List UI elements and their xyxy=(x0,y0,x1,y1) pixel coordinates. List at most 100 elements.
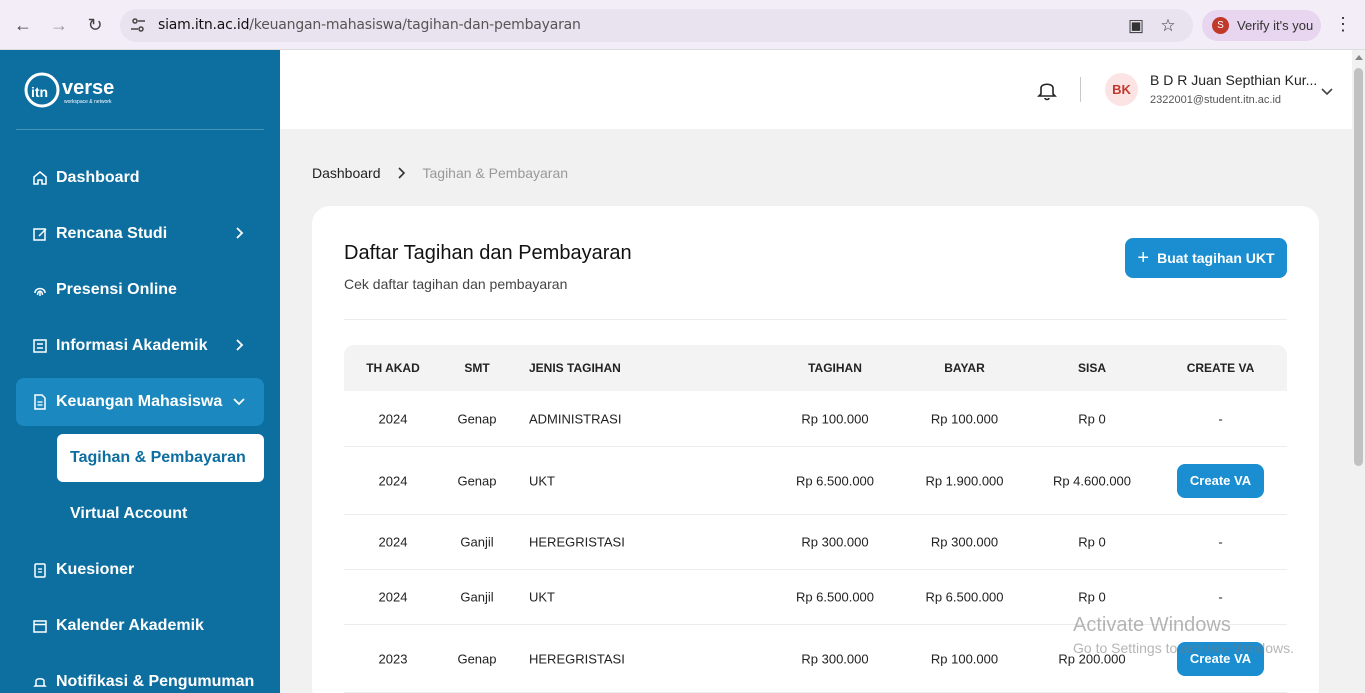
breadcrumb-home[interactable]: Dashboard xyxy=(312,165,381,181)
sidebar-item-label: Dashboard xyxy=(56,169,140,186)
verify-profile-button[interactable]: S Verify it's you xyxy=(1202,10,1321,41)
header-divider xyxy=(1080,77,1081,102)
table-header: TH AKAD SMT JENIS TAGIHAN TAGIHAN BAYAR … xyxy=(344,345,1287,391)
sidebar-item-dashboard[interactable]: Dashboard xyxy=(16,154,264,202)
page-title: Daftar Tagihan dan Pembayaran xyxy=(344,242,632,264)
sidebar-item-rencana-studi[interactable]: Rencana Studi xyxy=(16,210,264,258)
chevron-down-icon[interactable] xyxy=(1320,84,1334,98)
sidebar-item-kalender-akademik[interactable]: Kalender Akademik xyxy=(16,602,264,650)
url-host: siam.itn.ac.id xyxy=(158,17,250,33)
back-icon[interactable]: ← xyxy=(12,14,34,36)
chevron-down-icon xyxy=(233,398,245,406)
cell-sisa: Rp 0 xyxy=(1078,589,1106,605)
sidebar-item-label: Kuesioner xyxy=(56,561,135,578)
top-header: BK B D R Juan Septhian Kur... 2322001@st… xyxy=(280,50,1352,129)
cell-create-va-empty: - xyxy=(1218,534,1223,550)
activate-windows-subtitle: Go to Settings to activate Windows. xyxy=(1073,640,1294,656)
add-ukt-bill-label: Buat tagihan UKT xyxy=(1157,250,1275,266)
sidebar: itn verse workspace & network Dashboard … xyxy=(0,50,280,693)
chevron-right-icon xyxy=(397,167,405,179)
page-subtitle: Cek daftar tagihan dan pembayaran xyxy=(344,276,568,292)
activate-windows-title: Activate Windows xyxy=(1073,614,1231,636)
cell-tagihan: Rp 100.000 xyxy=(801,411,869,426)
cell-sisa: Rp 0 xyxy=(1078,534,1106,550)
cell-tagihan: Rp 300.000 xyxy=(801,651,869,666)
cell-bayar: Rp 1.900.000 xyxy=(925,473,1004,488)
create-va-button[interactable]: Create VA xyxy=(1176,463,1265,498)
cell-bayar: Rp 100.000 xyxy=(930,411,999,426)
logo-tagline: workspace & network xyxy=(64,99,112,105)
cell-sisa: Rp 4.600.000 xyxy=(1052,473,1132,488)
table-row: 2024 Ganjil HEREGRISTASI Rp 300.000 Rp 3… xyxy=(344,515,1287,570)
col-header-th-akad: TH AKAD xyxy=(366,361,420,375)
itn-verse-logo[interactable]: itn verse workspace & network xyxy=(24,72,134,112)
sidebar-item-label: Kalender Akademik xyxy=(56,617,204,634)
sidebar-item-informasi-akademik[interactable]: Informasi Akademik xyxy=(16,322,264,370)
install-app-icon[interactable]: ▣ xyxy=(1126,16,1146,36)
bell-icon xyxy=(32,674,48,690)
calendar-icon xyxy=(32,618,48,634)
cell-create-va-empty: - xyxy=(1218,411,1223,426)
sidebar-item-label: Presensi Online xyxy=(56,281,177,298)
chevron-right-icon xyxy=(236,227,244,239)
cell-smt: Genap xyxy=(457,473,497,488)
breadcrumb-current: Tagihan & Pembayaran xyxy=(422,165,569,181)
sidebar-item-label: Notifikasi & Pengumuman xyxy=(56,673,255,690)
sidebar-subitem-virtual-account[interactable]: Virtual Account xyxy=(57,490,264,538)
col-header-bayar: BAYAR xyxy=(944,361,985,375)
user-email: 2322001@student.itn.ac.id xyxy=(1150,94,1282,106)
table-row: 2024 Genap ADMINISTRASI Rp 100.000 Rp 10… xyxy=(344,391,1287,447)
cell-jenis-tagihan: UKT xyxy=(529,473,555,488)
document-icon xyxy=(32,394,48,410)
col-header-smt: SMT xyxy=(464,361,490,375)
bookmark-star-icon[interactable]: ☆ xyxy=(1158,16,1178,36)
sidebar-subitem-tagihan-pembayaran[interactable]: Tagihan & Pembayaran xyxy=(57,434,264,482)
cell-create-va: Create VA xyxy=(1164,463,1277,498)
home-icon xyxy=(32,170,48,186)
cell-smt: Ganjil xyxy=(460,534,494,550)
user-name: B D R Juan Septhian Kur... xyxy=(1150,72,1318,88)
notification-bell-icon[interactable] xyxy=(1037,79,1057,101)
site-info-icon[interactable] xyxy=(130,17,146,33)
browser-menu-icon[interactable]: ⋮ xyxy=(1334,14,1352,35)
add-ukt-bill-button[interactable]: + Buat tagihan UKT xyxy=(1125,238,1287,278)
col-header-create-va: CREATE VA xyxy=(1186,361,1255,375)
cell-sisa: Rp 0 xyxy=(1078,411,1106,426)
cell-smt: Genap xyxy=(457,651,497,666)
breadcrumb: Dashboard Tagihan & Pembayaran xyxy=(312,165,568,181)
sidebar-item-notifikasi-pengumuman[interactable]: Notifikasi & Pengumuman xyxy=(16,658,264,693)
forward-icon[interactable]: → xyxy=(48,14,70,36)
cell-smt: Genap xyxy=(457,411,497,426)
cell-tagihan: Rp 6.500.000 xyxy=(795,589,875,605)
edit-icon xyxy=(32,226,48,242)
sidebar-item-kuesioner[interactable]: Kuesioner xyxy=(16,546,264,594)
scrollbar-thumb[interactable] xyxy=(1354,68,1363,466)
cell-jenis-tagihan: ADMINISTRASI xyxy=(529,411,622,426)
cell-tagihan: Rp 300.000 xyxy=(801,534,869,550)
cell-bayar: Rp 300.000 xyxy=(930,534,999,550)
verify-label: Verify it's you xyxy=(1237,18,1314,33)
cell-bayar: Rp 100.000 xyxy=(930,651,999,666)
logo-prefix: itn xyxy=(31,84,48,100)
cell-jenis-tagihan: HEREGRISTASI xyxy=(529,534,625,550)
cell-jenis-tagihan: HEREGRISTASI xyxy=(529,651,625,666)
page-scrollbar[interactable] xyxy=(1352,50,1365,693)
col-header-jenis-tagihan: JENIS TAGIHAN xyxy=(529,361,621,375)
cell-create-va-empty: - xyxy=(1218,589,1223,605)
sidebar-divider xyxy=(16,129,264,130)
cell-tagihan: Rp 6.500.000 xyxy=(795,473,875,488)
table-row: 2024 Genap UKT Rp 6.500.000 Rp 1.900.000… xyxy=(344,447,1287,515)
cell-th-akad: 2024 xyxy=(378,411,408,426)
address-bar[interactable]: siam.itn.ac.id/keuangan-mahasiswa/tagiha… xyxy=(120,9,1193,42)
cell-th-akad: 2024 xyxy=(378,473,408,488)
url-path: /keuangan-mahasiswa/tagihan-dan-pembayar… xyxy=(249,17,581,33)
sidebar-item-label: Keuangan Mahasiswa xyxy=(56,393,223,410)
sidebar-item-label: Informasi Akademik xyxy=(56,337,208,354)
cell-th-akad: 2024 xyxy=(378,589,408,605)
logo-text: verse xyxy=(62,77,114,99)
scroll-up-arrow-icon[interactable] xyxy=(1355,55,1363,60)
avatar[interactable]: BK xyxy=(1105,73,1138,106)
sidebar-item-presensi-online[interactable]: Presensi Online xyxy=(16,266,264,314)
reload-icon[interactable]: ↻ xyxy=(84,14,106,36)
sidebar-item-keuangan-mahasiswa[interactable]: Keuangan Mahasiswa xyxy=(16,378,264,426)
